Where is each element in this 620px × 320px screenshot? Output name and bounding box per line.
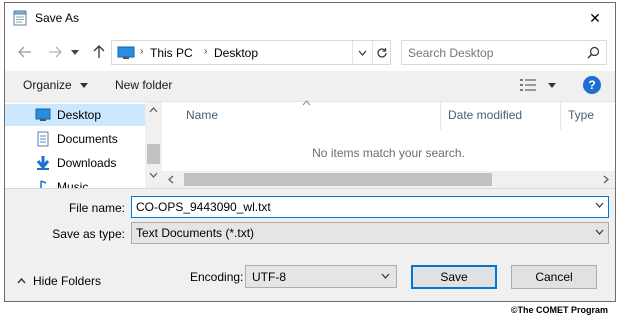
breadcrumb-separator-icon: › [140, 46, 144, 57]
nav-item-music[interactable]: Music [15, 176, 143, 188]
encoding-value: UTF-8 [252, 270, 286, 284]
chevron-down-icon [71, 49, 79, 55]
breadcrumb-this-pc[interactable]: This PC [150, 46, 193, 60]
search-box[interactable] [401, 40, 607, 65]
file-list: Name Date modified Type No items match y… [162, 100, 615, 188]
chevron-down-icon [80, 83, 89, 89]
column-divider [560, 102, 561, 130]
encoding-select[interactable]: UTF-8 [245, 265, 397, 288]
title-bar: Save As ✕ [5, 3, 615, 33]
nav-item-documents[interactable]: Documents [15, 128, 143, 150]
save-form: File name: Save as type: Text Documents … [5, 189, 615, 249]
nav-item-downloads[interactable]: Downloads [15, 152, 143, 174]
hide-folders-label: Hide Folders [33, 274, 102, 288]
encoding-label: Encoding: [190, 270, 244, 284]
address-row: › This PC › Desktop [5, 33, 615, 71]
desktop-icon [35, 107, 51, 123]
music-icon [35, 179, 51, 188]
filetype-select[interactable]: Text Documents (*.txt) [131, 222, 609, 244]
hide-folders-button[interactable]: Hide Folders [17, 274, 101, 288]
chevron-up-icon [17, 278, 26, 284]
filetype-label: Save as type: [52, 227, 125, 241]
dialog-footer: Hide Folders Encoding: UTF-8 Save Cancel [5, 249, 615, 301]
refresh-icon [376, 47, 387, 58]
forward-button[interactable] [47, 44, 63, 60]
chevron-down-icon [595, 202, 604, 208]
up-button[interactable] [91, 44, 107, 60]
arrow-left-icon [18, 46, 31, 58]
nav-item-label: Downloads [57, 156, 117, 170]
navigation-pane: Desktop Documents Downloads Music [5, 102, 145, 188]
scrollbar-thumb[interactable] [147, 144, 160, 164]
nav-item-label: Documents [57, 132, 118, 146]
column-header-name[interactable]: Name [186, 108, 218, 122]
empty-message: No items match your search. [312, 146, 465, 160]
breadcrumb-desktop[interactable]: Desktop [214, 46, 258, 60]
chevron-down-icon [381, 273, 390, 279]
nav-pane-scrollbar[interactable] [145, 102, 162, 188]
address-bar[interactable]: › This PC › Desktop [111, 40, 391, 65]
column-divider [440, 102, 441, 130]
nav-item-label: Desktop [57, 108, 102, 122]
filename-field[interactable] [131, 196, 609, 218]
search-input[interactable] [408, 44, 578, 61]
save-button[interactable]: Save [411, 265, 497, 289]
arrow-up-icon [93, 45, 105, 58]
documents-icon [35, 131, 51, 147]
filetype-value: Text Documents (*.txt) [136, 226, 255, 240]
column-header-date-modified[interactable]: Date modified [448, 108, 522, 122]
new-folder-button[interactable]: New folder [115, 78, 172, 92]
sort-ascending-icon [302, 100, 311, 106]
help-button[interactable]: ? [583, 76, 601, 94]
organize-button[interactable]: Organize [23, 78, 89, 92]
browser-area: Desktop Documents Downloads Music Name D… [5, 100, 615, 189]
scroll-down-icon [149, 172, 158, 178]
chevron-down-icon [548, 83, 557, 88]
recent-locations-button[interactable] [69, 44, 81, 60]
filename-label: File name: [68, 201, 125, 215]
search-icon [587, 46, 600, 62]
nav-item-desktop[interactable]: Desktop [5, 104, 145, 126]
command-bar: Organize New folder ? [5, 71, 615, 101]
scroll-right-icon [603, 175, 609, 184]
cancel-button[interactable]: Cancel [511, 265, 597, 289]
organize-label: Organize [23, 78, 72, 92]
notepad-icon [13, 10, 27, 26]
address-dropdown-button[interactable] [352, 41, 372, 64]
copyright-notice: ©The COMET Program [510, 305, 608, 315]
view-details-icon [520, 79, 536, 91]
this-pc-icon [117, 46, 135, 63]
chevron-down-icon [595, 229, 604, 235]
file-list-scrollbar[interactable] [162, 171, 615, 188]
scroll-up-icon [149, 107, 158, 113]
downloads-icon [35, 155, 51, 171]
back-button[interactable] [17, 44, 33, 60]
close-button[interactable]: ✕ [581, 7, 609, 29]
chevron-down-icon [358, 50, 367, 56]
new-folder-label: New folder [115, 78, 173, 92]
breadcrumb-separator-icon: › [204, 46, 208, 57]
scrollbar-thumb[interactable] [184, 173, 492, 186]
scroll-left-icon [168, 175, 174, 184]
save-as-dialog: Save As ✕ › This PC › Desktop Search Des… [4, 2, 616, 302]
nav-item-label: Music [57, 180, 89, 188]
dialog-title: Save As [35, 11, 80, 25]
column-header-type[interactable]: Type [568, 108, 594, 122]
refresh-button[interactable] [372, 41, 390, 64]
change-view-button[interactable] [519, 78, 559, 94]
close-icon: ✕ [589, 9, 601, 26]
arrow-right-icon [49, 46, 62, 58]
filename-input[interactable] [136, 199, 576, 215]
